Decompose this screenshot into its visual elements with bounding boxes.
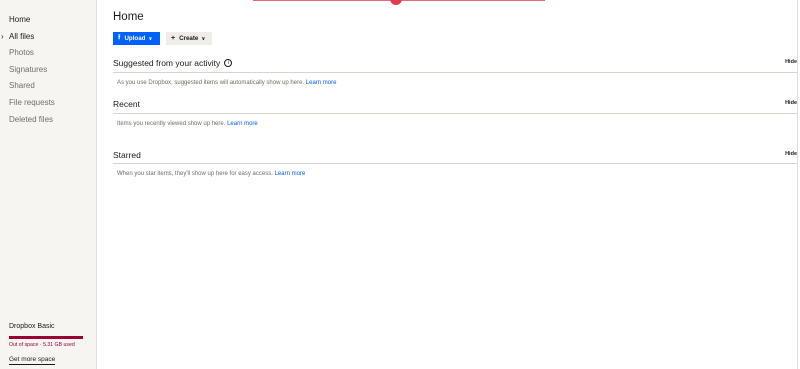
section-title: Recent <box>113 99 140 109</box>
sidebar-item-label: Deleted files <box>9 114 54 124</box>
hide-button[interactable]: Hide <box>785 59 797 65</box>
storage-usage-fill <box>9 336 83 339</box>
upload-button[interactable]: ⭱ Upload ∨ <box>113 32 160 45</box>
sidebar-item-deleted-files[interactable]: Deleted files <box>0 112 96 129</box>
learn-more-link[interactable]: Learn more <box>227 121 258 127</box>
section-message: When you star items, they'll show up her… <box>117 171 305 177</box>
info-icon[interactable]: i <box>224 58 233 67</box>
sidebar-item-label: All files <box>9 31 35 41</box>
section-title-text: Suggested from your activity <box>113 58 221 68</box>
sidebar-item-label: Shared <box>9 81 35 91</box>
learn-more-link[interactable]: Learn more <box>306 80 337 86</box>
upload-icon: ⭱ <box>118 34 121 41</box>
get-more-space-link[interactable]: Get more space <box>9 356 56 365</box>
storage-usage-text: Out of space · 5.31 GB used <box>9 342 75 348</box>
section-title: Suggested from your activity i <box>113 58 233 68</box>
chevron-down-icon: ∨ <box>148 35 153 42</box>
create-button[interactable]: + Create ∨ <box>166 32 212 45</box>
sidebar-nav: Home › All files Photos Signatures Share… <box>0 12 96 128</box>
hide-button[interactable]: Hide <box>785 100 797 106</box>
section-message-text: As you use Dropbox, suggested items will… <box>117 80 305 86</box>
section-message-text: Items you recently viewed show up here. <box>117 121 226 127</box>
plan-name: Dropbox Basic <box>9 323 55 330</box>
plus-icon: + <box>171 35 176 42</box>
hide-button[interactable]: Hide <box>785 151 797 157</box>
sidebar-item-label: File requests <box>9 97 55 107</box>
chevron-down-icon: ∨ <box>393 0 397 2</box>
storage-usage-bar <box>9 336 83 339</box>
learn-more-link[interactable]: Learn more <box>275 171 306 177</box>
section-message: As you use Dropbox, suggested items will… <box>117 80 336 86</box>
upload-label: Upload <box>124 35 146 42</box>
sidebar-item-label: Photos <box>9 48 34 58</box>
sidebar-item-label: Signatures <box>9 64 48 74</box>
section-divider <box>113 72 797 73</box>
chevron-down-icon: ∨ <box>201 35 206 42</box>
sidebar-item-signatures[interactable]: Signatures <box>0 62 96 79</box>
sidebar-item-label: Home <box>9 15 31 24</box>
section-divider <box>113 113 797 114</box>
sidebar-item-home[interactable]: Home <box>0 12 96 29</box>
section-title: Starred <box>113 150 141 160</box>
sidebar-item-shared[interactable]: Shared <box>0 78 96 95</box>
window-edge <box>797 0 798 369</box>
sidebar-item-all-files[interactable]: › All files <box>0 29 96 46</box>
section-divider <box>113 163 797 164</box>
section-message-text: When you star items, they'll show up her… <box>117 171 273 177</box>
plan-panel: Dropbox Basic Out of space · 5.31 GB use… <box>9 323 85 366</box>
page-title: Home <box>113 11 144 23</box>
section-message: Items you recently viewed show up here. … <box>117 121 258 127</box>
chevron-right-icon[interactable]: › <box>1 29 4 46</box>
notification-badge[interactable]: ∨ <box>390 0 402 5</box>
create-label: Create <box>179 35 199 42</box>
sidebar-item-photos[interactable]: Photos <box>0 45 96 62</box>
sidebar: Home › All files Photos Signatures Share… <box>0 0 97 369</box>
sidebar-item-file-requests[interactable]: File requests <box>0 95 96 112</box>
